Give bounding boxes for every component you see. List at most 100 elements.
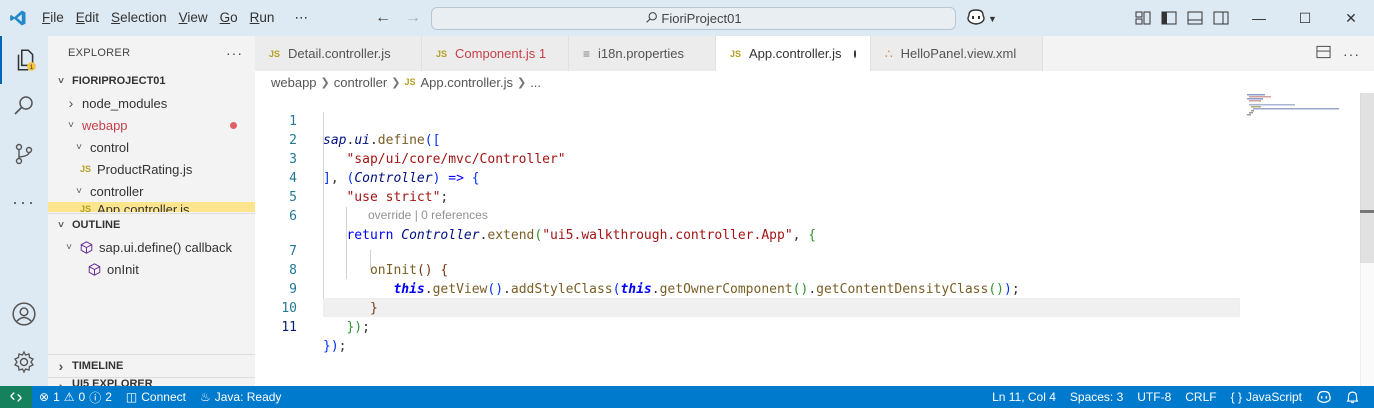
forward-arrow-icon[interactable]: → [402, 7, 424, 29]
line-endings[interactable]: CRLF [1178, 386, 1223, 408]
code-editor[interactable]: 1 sap.ui.define([ 2 "sap/ui/core/mvc/Con… [255, 93, 1374, 386]
project-section-header[interactable]: ˅ FIORIPROJECT01 [48, 70, 255, 92]
tree-item-app-controller-js[interactable]: JS App.controller.js [48, 202, 255, 212]
tree-item-webapp[interactable]: ˅ webapp [48, 114, 255, 136]
customize-layout-icon[interactable] [1133, 8, 1153, 28]
back-arrow-icon[interactable]: ← [372, 7, 394, 29]
ui5-explorer-header[interactable]: › UI5 EXPLORER [48, 377, 255, 386]
menu-bar: File Edit Selection View Go Run ⋯ [36, 0, 314, 36]
notifications-bell-icon[interactable] [1339, 386, 1366, 408]
search-view-icon[interactable] [0, 82, 48, 130]
activity-bar: 1 ··· [0, 36, 48, 386]
tab-i18n-properties[interactable]: ≡ i18n.properties [569, 36, 716, 71]
remote-indicator-icon[interactable] [0, 386, 32, 408]
more-actions-icon[interactable]: ··· [1343, 46, 1360, 62]
encoding[interactable]: UTF-8 [1130, 386, 1178, 408]
js-file-icon: JS [436, 48, 448, 59]
tab-hellopanel-view[interactable]: ∴ HelloPanel.view.xml [871, 36, 1043, 71]
code-line: 5 [289, 190, 297, 205]
timeline-header[interactable]: › TIMELINE [48, 355, 255, 377]
code-line: 9 } [289, 282, 378, 316]
cursor-position[interactable]: Ln 11, Col 4 [985, 386, 1063, 408]
menu-edit[interactable]: Edit [70, 0, 105, 36]
braces-icon: { } [1230, 390, 1242, 404]
js-file-icon: JS [80, 204, 92, 212]
problems-indicator[interactable]: ⊗ 1 ⚠ 0 ⓘ 2 [32, 386, 119, 408]
toggle-primary-sidebar-icon[interactable] [1159, 8, 1179, 28]
maximize-icon[interactable]: ☐ [1282, 0, 1328, 36]
code-line: 4 "use strict"; [289, 171, 449, 205]
tab-app-controller[interactable]: JS App.controller.js [716, 36, 871, 71]
menu-more[interactable]: ⋯ [280, 0, 314, 36]
more-views-icon[interactable]: ··· [0, 178, 48, 226]
codelens-references[interactable]: override | 0 references [368, 207, 488, 223]
minimap[interactable] [1245, 93, 1345, 133]
layout-controls [1133, 0, 1231, 36]
js-file-icon: JS [730, 48, 742, 59]
close-icon[interactable]: ✕ [1328, 0, 1374, 36]
settings-gear-icon[interactable] [0, 338, 48, 386]
tree-item-node-modules[interactable]: › node_modules [48, 92, 255, 114]
code-line: 7 onInit() { [289, 244, 449, 278]
tree-item-productrating-js[interactable]: JS ProductRating.js [48, 158, 255, 180]
outline-item-define-callback[interactable]: ˅ sap.ui.define() callback [48, 236, 255, 258]
language-mode[interactable]: { } JavaScript [1224, 386, 1309, 408]
code-line: 8 this.getView().addStyleClass(this.getO… [289, 263, 1020, 297]
chevron-right-icon: › [58, 358, 64, 374]
explorer-icon[interactable]: 1 [0, 36, 48, 84]
chevron-down-icon: ˅ [76, 185, 82, 197]
command-center-search[interactable]: FioriProject01 [431, 7, 956, 30]
tab-component-js[interactable]: JS Component.js 1 [422, 36, 569, 71]
svg-text:1: 1 [30, 64, 34, 71]
outline-header[interactable]: ˅ OUTLINE [48, 214, 255, 236]
breadcrumb-file[interactable]: App.controller.js [420, 75, 513, 90]
search-icon [645, 11, 658, 27]
indentation[interactable]: Spaces: 3 [1063, 386, 1130, 408]
outline-item-oninit[interactable]: onInit [48, 258, 255, 280]
js-file-icon: JS [404, 77, 416, 87]
chevron-down-icon: ▼ [988, 13, 997, 24]
code-line: 6 return Controller.extend("ui5.walkthro… [289, 209, 817, 243]
menu-file[interactable]: File [36, 0, 70, 36]
scrollbar-thumb[interactable] [1360, 93, 1374, 263]
chevron-down-icon: ˅ [66, 241, 72, 253]
tree-item-controller[interactable]: ˅ controller [48, 180, 255, 202]
toggle-secondary-sidebar-icon[interactable] [1211, 8, 1231, 28]
connect-button[interactable]: ◫ Connect [119, 386, 193, 408]
minimize-icon[interactable]: — [1236, 0, 1282, 36]
menu-go[interactable]: Go [214, 0, 244, 36]
unsaved-dot-icon[interactable] [853, 49, 856, 58]
sidebar-more-button[interactable]: ··· [226, 45, 243, 61]
menu-view[interactable]: View [173, 0, 214, 36]
copilot-icon [966, 8, 986, 29]
chevron-right-icon: ❯ [391, 76, 401, 89]
accounts-icon[interactable] [0, 290, 48, 338]
menu-selection[interactable]: Selection [105, 0, 173, 36]
vscode-logo-icon [0, 0, 36, 36]
tree-item-control[interactable]: ˅ control [48, 136, 255, 158]
chevron-right-icon: ❯ [516, 76, 527, 89]
copilot-status-icon[interactable] [1309, 386, 1339, 408]
editor-actions: ··· [1316, 36, 1360, 71]
xml-file-icon: ∴ [885, 46, 893, 61]
tab-detail-controller[interactable]: JS Detail.controller.js [255, 36, 422, 71]
toggle-panel-icon[interactable] [1185, 8, 1205, 28]
breadcrumb-webapp[interactable]: webapp [271, 75, 317, 90]
chevron-right-icon: ❯ [320, 76, 330, 89]
chevron-right-icon: › [58, 378, 64, 386]
java-status[interactable]: ♨ Java: Ready [193, 386, 288, 408]
menu-run[interactable]: Run [244, 0, 281, 36]
outline-section: ˅ OUTLINE ˅ sap.ui.define() callback onI… [48, 213, 255, 280]
java-icon: ♨ [199, 390, 211, 404]
vertical-scrollbar[interactable] [1360, 93, 1374, 386]
explorer-sidebar: EXPLORER ··· ˅ FIORIPROJECT01 › node_mod… [48, 36, 255, 386]
copilot-menu[interactable]: ▼ [966, 8, 997, 29]
breadcrumb-controller[interactable]: controller [334, 75, 387, 90]
editor-tabs: JS Detail.controller.js JS Component.js … [255, 36, 1374, 71]
split-editor-icon[interactable] [1316, 45, 1331, 62]
modified-dot-icon [230, 122, 237, 129]
scrollbar-cursor-marker [1360, 210, 1374, 213]
js-file-icon: JS [269, 48, 281, 59]
breadcrumb-symbol[interactable]: ... [530, 75, 541, 90]
source-control-icon[interactable] [0, 130, 48, 178]
